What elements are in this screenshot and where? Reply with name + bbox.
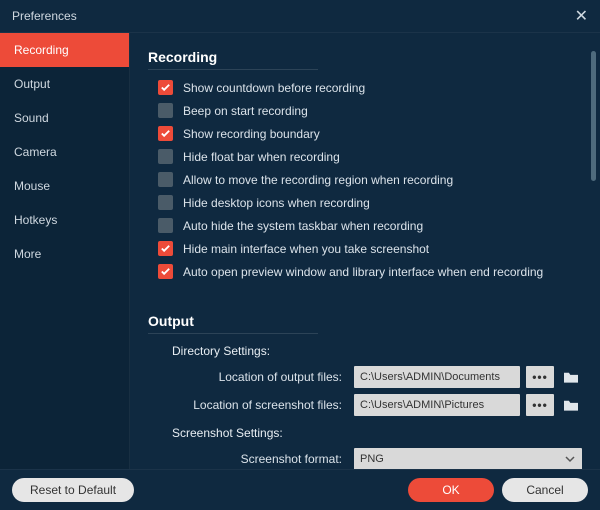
- screenshot-files-input[interactable]: [354, 394, 520, 416]
- close-icon[interactable]: ✕: [575, 6, 588, 26]
- screenshot-files-label: Location of screenshot files:: [148, 398, 348, 412]
- sidebar-item-sound[interactable]: Sound: [0, 101, 129, 135]
- scrollbar-thumb[interactable]: [591, 51, 596, 181]
- checkbox[interactable]: [158, 172, 173, 187]
- screenshot-format-label: Screenshot format:: [148, 452, 348, 466]
- checkbox[interactable]: [158, 149, 173, 164]
- main-content: Recording Show countdown before recordin…: [130, 33, 600, 469]
- folder-icon[interactable]: [560, 394, 582, 416]
- option-row: Show countdown before recording: [158, 80, 582, 95]
- folder-icon[interactable]: [560, 366, 582, 388]
- screenshot-settings-subheading: Screenshot Settings:: [172, 426, 582, 440]
- option-label: Auto open preview window and library int…: [183, 265, 543, 279]
- reset-button[interactable]: Reset to Default: [12, 478, 134, 502]
- option-row: Show recording boundary: [158, 126, 582, 141]
- sidebar-item-mouse[interactable]: Mouse: [0, 169, 129, 203]
- browse-output-button[interactable]: •••: [526, 366, 554, 388]
- browse-screenshot-button[interactable]: •••: [526, 394, 554, 416]
- sidebar-item-label: Camera: [14, 145, 57, 159]
- checkbox[interactable]: [158, 264, 173, 279]
- sidebar-item-label: Hotkeys: [14, 213, 57, 227]
- directory-settings-subheading: Directory Settings:: [172, 344, 582, 358]
- option-label: Allow to move the recording region when …: [183, 173, 453, 187]
- checkbox[interactable]: [158, 195, 173, 210]
- screenshot-files-row: Location of screenshot files: •••: [148, 394, 582, 416]
- checkbox[interactable]: [158, 80, 173, 95]
- option-row: Auto open preview window and library int…: [158, 264, 582, 279]
- ok-button[interactable]: OK: [408, 478, 494, 502]
- option-row: Hide main interface when you take screen…: [158, 241, 582, 256]
- option-label: Auto hide the system taskbar when record…: [183, 219, 423, 233]
- option-label: Hide desktop icons when recording: [183, 196, 370, 210]
- window-title: Preferences: [12, 9, 77, 23]
- scrollbar[interactable]: [591, 45, 596, 461]
- sidebar-item-hotkeys[interactable]: Hotkeys: [0, 203, 129, 237]
- option-label: Hide float bar when recording: [183, 150, 340, 164]
- output-files-row: Location of output files: •••: [148, 366, 582, 388]
- option-row: Beep on start recording: [158, 103, 582, 118]
- option-row: Hide float bar when recording: [158, 149, 582, 164]
- option-label: Show countdown before recording: [183, 81, 365, 95]
- select-value: PNG: [360, 453, 384, 465]
- checkbox[interactable]: [158, 218, 173, 233]
- screenshot-format-select[interactable]: PNG: [354, 448, 582, 469]
- sidebar-item-label: More: [14, 247, 41, 261]
- option-row: Auto hide the system taskbar when record…: [158, 218, 582, 233]
- titlebar: Preferences ✕: [0, 0, 600, 33]
- checkbox[interactable]: [158, 103, 173, 118]
- cancel-button[interactable]: Cancel: [502, 478, 588, 502]
- checkbox[interactable]: [158, 241, 173, 256]
- recording-heading: Recording: [148, 49, 318, 70]
- sidebar: Recording Output Sound Camera Mouse Hotk…: [0, 33, 130, 469]
- sidebar-item-recording[interactable]: Recording: [0, 33, 129, 67]
- option-label: Show recording boundary: [183, 127, 320, 141]
- sidebar-item-more[interactable]: More: [0, 237, 129, 271]
- screenshot-format-row: Screenshot format: PNG: [148, 448, 582, 469]
- sidebar-item-label: Recording: [14, 43, 69, 57]
- sidebar-item-label: Sound: [14, 111, 49, 125]
- sidebar-item-camera[interactable]: Camera: [0, 135, 129, 169]
- checkbox[interactable]: [158, 126, 173, 141]
- body: Recording Output Sound Camera Mouse Hotk…: [0, 33, 600, 469]
- chevron-down-icon: [564, 453, 576, 465]
- option-row: Allow to move the recording region when …: [158, 172, 582, 187]
- output-files-input[interactable]: [354, 366, 520, 388]
- output-heading: Output: [148, 313, 318, 334]
- output-files-label: Location of output files:: [148, 370, 348, 384]
- main: Recording Show countdown before recordin…: [130, 33, 600, 469]
- option-row: Hide desktop icons when recording: [158, 195, 582, 210]
- footer: Reset to Default OK Cancel: [0, 469, 600, 510]
- sidebar-item-label: Output: [14, 77, 50, 91]
- sidebar-item-output[interactable]: Output: [0, 67, 129, 101]
- sidebar-item-label: Mouse: [14, 179, 50, 193]
- option-label: Beep on start recording: [183, 104, 308, 118]
- option-label: Hide main interface when you take screen…: [183, 242, 429, 256]
- recording-options: Show countdown before recording Beep on s…: [148, 80, 582, 279]
